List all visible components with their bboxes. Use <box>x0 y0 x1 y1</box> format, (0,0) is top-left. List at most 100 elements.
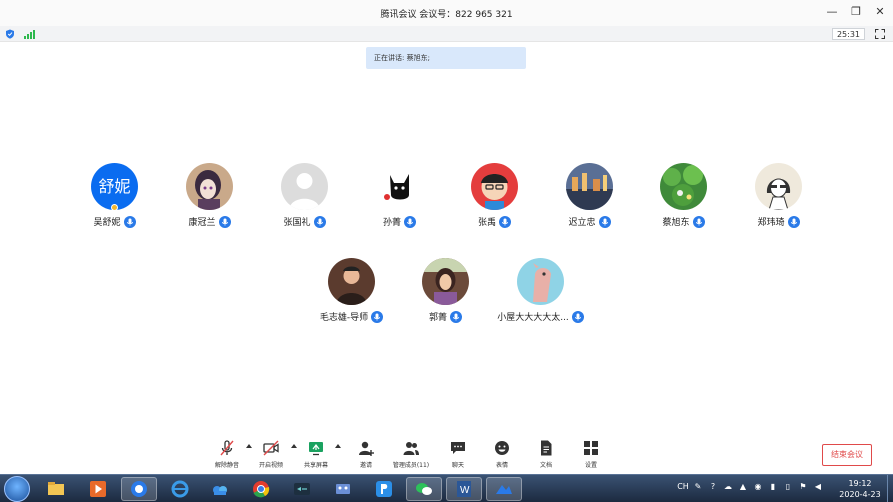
os-taskbar: W CH ✎ ? ☁ ▲ ◉ ▮ ▯ ⚑ ◀ 19:12 2020-4-23 <box>0 474 893 502</box>
meeting-toolbar: 解除静音 开启视频 共享屏幕 邀请 管理成员(11) 聊天 表情 文档 设置 <box>0 436 893 474</box>
xshell-icon[interactable] <box>284 477 320 501</box>
tencent-meeting-window-icon[interactable] <box>486 477 522 501</box>
security-tray-icon[interactable]: ◉ <box>753 480 763 492</box>
end-meeting-button[interactable]: 结束会议 <box>822 444 872 466</box>
participant-tile[interactable]: 蔡旭东 <box>636 163 731 235</box>
settings-button[interactable]: 设置 <box>571 436 611 474</box>
start-video-label: 开启视频 <box>258 462 283 469</box>
chat-button[interactable]: 聊天 <box>438 436 478 474</box>
volume-icon[interactable]: ◀ <box>813 480 823 492</box>
microphone-icon <box>404 215 416 228</box>
system-clock[interactable]: 19:12 2020-4-23 <box>838 478 882 500</box>
wechat-icon[interactable] <box>406 477 442 501</box>
share-screen-icon <box>309 442 323 456</box>
clock-date: 2020-4-23 <box>839 490 881 499</box>
avatar: 舒妮 <box>91 163 138 210</box>
microphone-icon <box>598 215 611 228</box>
participant-name: 蔡旭东 <box>662 218 690 228</box>
microphone-icon <box>571 310 584 323</box>
participant-tile[interactable]: 迟立忠 <box>542 163 637 235</box>
microphone-icon <box>499 215 511 228</box>
avatar <box>376 163 423 210</box>
start-video-button[interactable]: 开启视频 <box>251 436 291 474</box>
invite-label: 邀请 <box>359 462 372 469</box>
restore-button[interactable]: ❐ <box>849 5 863 19</box>
share-options-caret-icon[interactable] <box>335 444 341 448</box>
window-title: 腾讯会议 会议号：822 965 321 <box>380 10 513 20</box>
avatar <box>186 163 233 210</box>
participant-tile[interactable]: 郭菁 <box>398 258 493 330</box>
avatar <box>566 163 613 210</box>
chrome-icon[interactable] <box>243 477 279 501</box>
show-hidden-icons-icon[interactable]: ▲ <box>738 480 748 492</box>
microphone-icon <box>787 215 800 228</box>
participant-name: 毛志雄-导师 <box>319 313 369 323</box>
word-icon[interactable]: W <box>446 477 482 501</box>
microphone-icon <box>371 310 384 323</box>
participant-name: 张禹 <box>477 218 496 228</box>
microphone-icon <box>218 215 231 228</box>
participant-name: 张国礼 <box>283 218 311 228</box>
participant-tile[interactable]: 孙菁 <box>352 163 447 235</box>
avatar <box>281 163 328 210</box>
ie-browser-icon[interactable] <box>162 477 198 501</box>
emoji-label: 表情 <box>495 462 508 469</box>
tencent-meeting-icon[interactable] <box>121 477 157 501</box>
chat-icon <box>451 442 465 454</box>
video-editor-icon[interactable] <box>325 477 361 501</box>
windows-start-icon[interactable] <box>4 476 30 502</box>
pp-app-icon[interactable] <box>366 477 402 501</box>
microphone-icon <box>313 215 326 228</box>
docs-button[interactable]: 文档 <box>526 436 566 474</box>
clock-time: 19:12 <box>848 479 872 488</box>
baidu-netdisk-icon[interactable] <box>202 477 238 501</box>
microphone-icon <box>123 215 136 228</box>
invite-user-icon <box>359 441 374 456</box>
participant-tile[interactable]: 康冠兰 <box>162 163 257 235</box>
input-method-icon[interactable]: ✎ <box>693 480 703 492</box>
avatar <box>660 163 707 210</box>
keyboard-ch-icon[interactable]: CH <box>677 480 689 492</box>
minimize-button[interactable]: — <box>825 5 839 19</box>
meeting-window: 腾讯会议 会议号：822 965 321 — ❐ ✕ 25:31 正在讲话: 蔡… <box>0 0 893 502</box>
participant-tile[interactable]: 舒妮 吴舒妮 <box>67 163 162 235</box>
show-desktop-button[interactable] <box>887 475 893 502</box>
settings-label: 设置 <box>584 462 597 469</box>
network-bars-icon[interactable]: ▮ <box>768 480 778 492</box>
media-player-icon[interactable] <box>80 477 116 501</box>
avatar <box>328 258 375 305</box>
participant-name: 郑玮琦 <box>757 218 785 228</box>
meeting-timer: 25:31 <box>831 28 865 40</box>
participant-name: 康冠兰 <box>188 218 216 228</box>
participant-tile[interactable]: 小屋大大大大太... <box>493 258 588 330</box>
share-screen-button[interactable]: 共享屏幕 <box>296 436 336 474</box>
participant-name: 吴舒妮 <box>93 218 121 228</box>
host-badge-icon <box>111 204 118 211</box>
participant-name: 小屋大大大大太... <box>497 313 569 323</box>
participant-tile[interactable]: 郑玮琦 <box>731 163 826 235</box>
microphone-muted-icon <box>220 440 234 456</box>
help-icon[interactable]: ? <box>708 480 718 492</box>
manage-members-button[interactable]: 管理成员(11) <box>391 436 431 474</box>
close-button[interactable]: ✕ <box>873 5 887 19</box>
speaking-indicator: 正在讲话: 蔡旭东; <box>366 47 526 69</box>
unmute-button[interactable]: 解除静音 <box>207 436 247 474</box>
title-bar: 腾讯会议 会议号：822 965 321 — ❐ ✕ <box>0 0 893 26</box>
status-bar: 25:31 <box>0 26 893 42</box>
svg-text:W: W <box>460 485 470 496</box>
security-shield-icon[interactable] <box>5 29 15 39</box>
participant-tile[interactable]: 张禹 <box>447 163 542 235</box>
participant-tile[interactable]: 张国礼 <box>257 163 352 235</box>
cloud-icon[interactable]: ☁ <box>723 480 733 492</box>
system-tray: CH ✎ ? ☁ ▲ ◉ ▮ ▯ ⚑ ◀ <box>677 480 823 492</box>
invite-button[interactable]: 邀请 <box>346 436 386 474</box>
emoji-button[interactable]: 表情 <box>482 436 522 474</box>
usb-icon[interactable]: ▯ <box>783 480 793 492</box>
document-icon <box>541 440 552 456</box>
file-explorer-icon[interactable] <box>38 477 74 501</box>
fullscreen-icon[interactable] <box>875 29 885 39</box>
microphone-icon <box>450 310 462 323</box>
flag-icon[interactable]: ⚑ <box>798 480 808 492</box>
participant-tile[interactable]: 毛志雄-导师 <box>304 258 399 330</box>
network-signal-icon[interactable] <box>24 29 35 39</box>
